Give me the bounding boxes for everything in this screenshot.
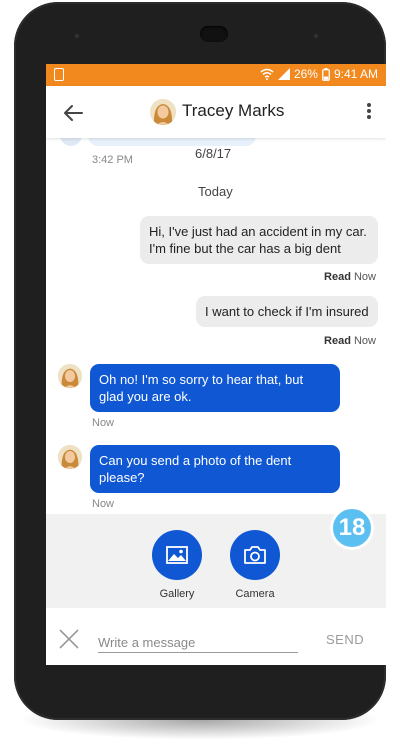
read-receipt: Read Now — [324, 271, 376, 283]
receipt-status: Read — [324, 271, 351, 283]
sender-avatar — [58, 445, 82, 469]
avatar-photo — [58, 364, 82, 388]
status-bar: 26% 9:41 AM — [46, 64, 386, 86]
receipt-time: Now — [353, 271, 376, 283]
previous-message-bubble — [88, 138, 256, 146]
sensor-dot — [314, 34, 318, 38]
contact-name[interactable]: Tracey Marks — [182, 101, 284, 121]
camera-button[interactable] — [230, 530, 280, 580]
previous-avatar — [60, 138, 82, 146]
avatar-photo — [150, 99, 176, 125]
phone-frame: 26% 9:41 AM Tracey Marks 3:42 PM 6/8/17 … — [14, 2, 386, 720]
clock: 9:41 AM — [333, 67, 378, 81]
close-icon[interactable] — [58, 628, 80, 650]
signal-icon — [277, 68, 290, 80]
back-arrow-icon[interactable] — [62, 102, 84, 124]
notification-icon — [54, 68, 64, 81]
incoming-message-bubble[interactable]: Can you send a photo of the dent please? — [90, 445, 340, 493]
incoming-message-bubble[interactable]: Oh no! I'm so sorry to hear that, but gl… — [90, 364, 340, 412]
battery-percent: 26% — [293, 67, 318, 81]
message-time: Now — [92, 417, 115, 429]
message-time: Now — [92, 498, 115, 510]
outgoing-message-bubble[interactable]: I want to check if I'm insured — [196, 296, 378, 327]
day-separator: Today — [198, 184, 233, 199]
receipt-time: Now — [353, 335, 376, 347]
status-right: 26% 9:41 AM — [260, 67, 378, 81]
gallery-label: Gallery — [159, 588, 195, 600]
camera-label: Camera — [235, 588, 275, 600]
camera-icon — [244, 546, 266, 564]
message-input[interactable] — [98, 632, 298, 653]
counter-badge: 18 — [330, 506, 374, 550]
read-receipt: Read Now — [324, 335, 376, 347]
previous-message-time: 3:42 PM — [92, 154, 133, 166]
battery-icon — [322, 67, 330, 81]
wifi-icon — [260, 68, 274, 80]
app-bar: Tracey Marks — [46, 86, 386, 138]
avatar-photo — [58, 445, 82, 469]
chat-thread: 3:42 PM 6/8/17 Today Hi, I've just had a… — [46, 138, 386, 514]
gallery-button[interactable] — [152, 530, 202, 580]
receipt-status: Read — [324, 335, 351, 347]
image-icon — [166, 546, 188, 564]
outgoing-message-bubble[interactable]: Hi, I've just had an accident in my car.… — [140, 216, 378, 264]
earpiece-speaker — [200, 26, 228, 42]
date-separator: 6/8/17 — [195, 146, 232, 161]
sender-avatar — [58, 364, 82, 388]
screen: 26% 9:41 AM Tracey Marks 3:42 PM 6/8/17 … — [46, 64, 386, 665]
contact-avatar[interactable] — [150, 99, 176, 125]
send-button[interactable]: SEND — [326, 632, 364, 647]
composer-bar: SEND — [46, 608, 386, 665]
sensor-dot — [75, 34, 79, 38]
overflow-menu-icon[interactable] — [366, 103, 372, 121]
